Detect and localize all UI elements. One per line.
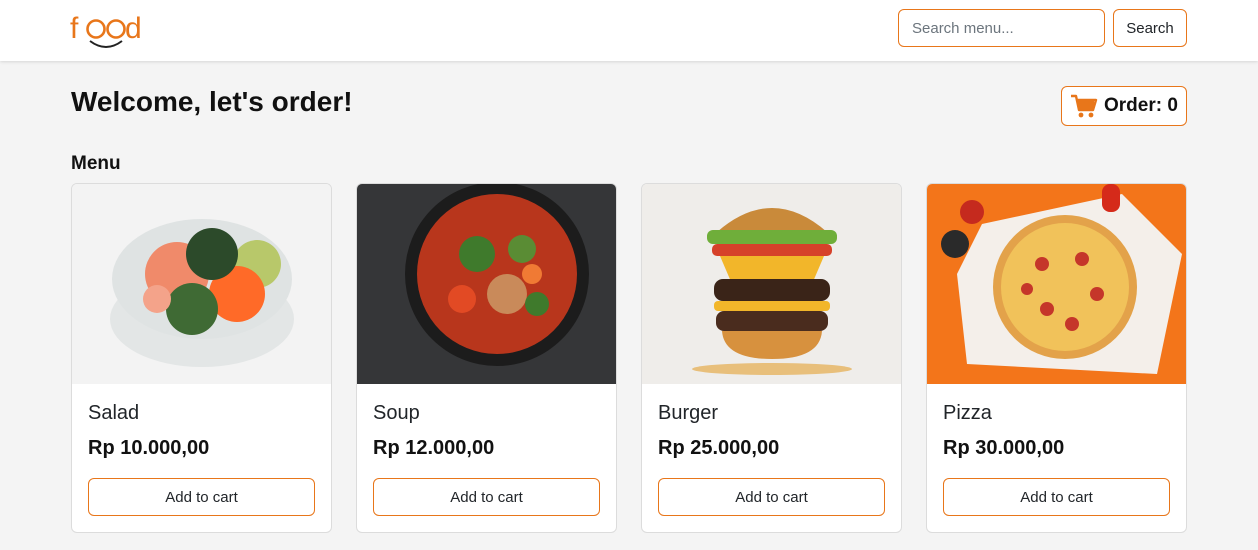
order-count: Order: 0 — [1104, 95, 1178, 116]
item-price: Rp 10.000,00 — [88, 437, 210, 459]
search-button[interactable]: Search — [1113, 9, 1187, 47]
item-name: Pizza — [943, 402, 992, 424]
add-to-cart-button[interactable]: Add to cart — [88, 478, 315, 516]
menu-card-pizza: Pizza Rp 30.000,00 Add to cart — [926, 183, 1187, 533]
item-price: Rp 30.000,00 — [943, 437, 1065, 459]
item-name: Burger — [658, 402, 719, 424]
search-input[interactable] — [898, 9, 1105, 47]
item-name: Soup — [373, 402, 420, 424]
add-to-cart-button[interactable]: Add to cart — [943, 478, 1170, 516]
menu-card-burger: Burger Rp 25.000,00 Add to cart — [641, 183, 902, 533]
add-to-cart-button[interactable]: Add to cart — [658, 478, 885, 516]
soup-image — [357, 184, 616, 384]
item-price: Rp 12.000,00 — [373, 437, 495, 459]
add-to-cart-button[interactable]: Add to cart — [373, 478, 600, 516]
menu-card-soup: Soup Rp 12.000,00 Add to cart — [356, 183, 617, 533]
svg-text:f: f — [70, 12, 79, 45]
pizza-image — [927, 184, 1186, 384]
menu-title: Menu — [71, 153, 121, 174]
menu-card-salad: Salad Rp 10.000,00 Add to cart — [71, 183, 332, 533]
food-logo-icon: f d — [70, 12, 142, 48]
navbar: f d Search — [0, 0, 1258, 61]
item-price: Rp 25.000,00 — [658, 437, 780, 459]
cart-icon — [1071, 94, 1098, 118]
salad-image — [72, 184, 331, 384]
svg-text:d: d — [125, 12, 142, 45]
page-title: Welcome, let's order! — [71, 86, 353, 117]
burger-image — [642, 184, 901, 384]
item-name: Salad — [88, 402, 140, 424]
brand-logo[interactable]: f d — [70, 7, 150, 52]
order-button[interactable]: Order: 0 — [1061, 86, 1187, 126]
